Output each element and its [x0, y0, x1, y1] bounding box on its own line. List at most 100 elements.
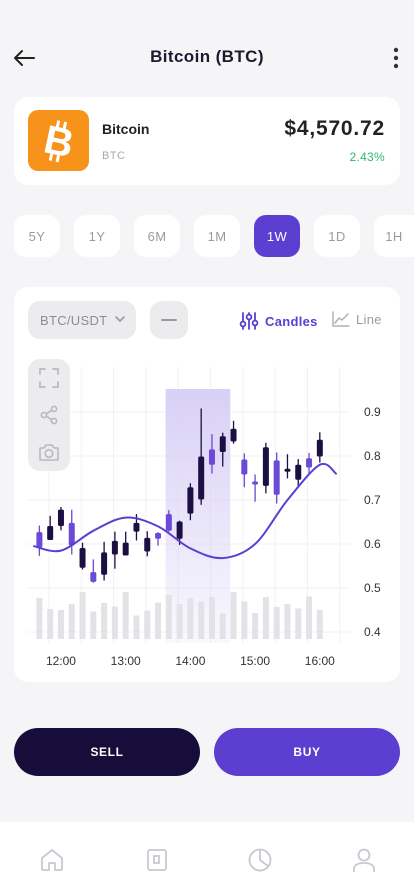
coin-summary-card: B Bitcoin BTC $4,570.72 2.43%	[14, 97, 400, 185]
y-tick-label: 0.8	[364, 449, 381, 463]
candle-body	[306, 458, 313, 468]
coin-name: Bitcoin	[102, 121, 150, 137]
chevron-down-icon	[115, 316, 125, 322]
candle-body	[79, 547, 86, 568]
candle-body	[144, 537, 151, 552]
x-tick-label: 14:00	[175, 654, 205, 668]
candle-body	[68, 522, 75, 546]
buy-button[interactable]: BUY	[214, 728, 400, 776]
volume-bar	[295, 608, 302, 639]
candle-body	[284, 468, 291, 472]
candle-body	[252, 481, 259, 485]
bitcoin-icon: B	[28, 110, 89, 171]
camera-icon	[39, 444, 59, 461]
volume-bar	[241, 601, 248, 639]
x-tick-label: 13:00	[111, 654, 141, 668]
chart-tools-panel	[28, 359, 70, 471]
nav-wallet[interactable]	[143, 846, 171, 874]
y-tick-label: 0.7	[364, 493, 381, 507]
candle-body	[316, 439, 323, 457]
timeframe-selector: 5Y 1Y 6M 1M 1W 1D 1H	[14, 215, 414, 257]
timeframe-1m[interactable]: 1M	[194, 215, 240, 257]
pair-dropdown[interactable]: BTC/USDT	[28, 301, 136, 339]
candle-body	[111, 540, 118, 555]
volume-bar	[306, 596, 313, 639]
nav-profile[interactable]	[350, 846, 378, 874]
home-icon	[41, 849, 63, 871]
volume-bar	[284, 604, 291, 639]
timeframe-1d[interactable]: 1D	[314, 215, 360, 257]
candle-body	[176, 521, 183, 539]
volume-bar	[144, 610, 151, 639]
candle-body	[273, 460, 280, 495]
volume-bar	[273, 607, 280, 639]
candles-mode-toggle[interactable]: Candles	[239, 311, 318, 331]
minus-icon	[161, 319, 177, 321]
volume-bar	[133, 615, 140, 639]
x-tick-label: 15:00	[240, 654, 270, 668]
candle-body	[219, 436, 226, 453]
line-chart-icon	[332, 311, 350, 327]
user-icon	[353, 848, 375, 872]
more-menu-button[interactable]	[386, 44, 406, 72]
sell-button[interactable]: SELL	[14, 728, 200, 776]
y-tick-label: 0.4	[364, 625, 381, 639]
candle-body	[187, 487, 194, 514]
sliders-icon	[239, 312, 259, 330]
candle-body	[133, 522, 140, 532]
candle-body	[241, 459, 248, 475]
candle-body	[198, 456, 205, 500]
coin-price: $4,570.72	[284, 117, 385, 140]
candle-body	[57, 509, 64, 526]
candle-body	[122, 542, 129, 556]
candle-body	[165, 514, 172, 531]
price-change: 2.43%	[349, 150, 385, 164]
timeframe-5y[interactable]: 5Y	[14, 215, 60, 257]
volume-bar	[262, 597, 269, 639]
fullscreen-button[interactable]	[38, 367, 60, 389]
volume-bar	[176, 604, 183, 639]
x-tick-label: 12:00	[46, 654, 76, 668]
candle-body	[208, 449, 215, 465]
volume-bar	[165, 595, 172, 639]
more-vertical-icon	[393, 47, 399, 69]
volume-bar	[36, 598, 43, 639]
y-tick-label: 0.6	[364, 537, 381, 551]
line-label: Line	[356, 311, 382, 327]
bottom-navigation	[0, 822, 414, 896]
volume-bar	[101, 603, 108, 639]
volume-bar	[155, 602, 162, 639]
timeframe-1y[interactable]: 1Y	[74, 215, 120, 257]
candles-label: Candles	[265, 313, 318, 329]
volume-bar	[208, 597, 215, 639]
nav-home[interactable]	[38, 846, 66, 874]
price-chart[interactable]: 0.9 0.8 0.7 0.6 0.5 0.4 12:00 13:00 14:00 15:00 16…	[14, 287, 400, 682]
candle-body	[295, 464, 302, 480]
fullscreen-icon	[39, 368, 59, 388]
share-button[interactable]	[38, 404, 60, 426]
line-mode-toggle[interactable]: Line	[332, 311, 382, 327]
volume-bar	[122, 592, 129, 639]
volume-bar	[68, 604, 75, 639]
candle-body	[155, 533, 162, 539]
volume-bar	[198, 601, 205, 639]
volume-bar	[252, 613, 259, 639]
zoom-out-button[interactable]	[150, 301, 188, 339]
timeframe-1w[interactable]: 1W	[254, 215, 300, 257]
volume-bar	[219, 613, 226, 639]
volume-bar	[230, 592, 237, 639]
timeframe-1h[interactable]: 1H	[374, 215, 414, 257]
volume-bar	[79, 592, 86, 639]
nav-portfolio[interactable]	[246, 846, 274, 874]
coin-symbol: BTC	[102, 150, 126, 162]
screenshot-button[interactable]	[38, 441, 60, 463]
timeframe-6m[interactable]: 6M	[134, 215, 180, 257]
volume-bar	[187, 598, 194, 639]
candle-body	[262, 447, 269, 486]
volume-bar	[111, 606, 118, 639]
chart-card: 0.9 0.8 0.7 0.6 0.5 0.4 12:00 13:00 14:00 15:00 16…	[14, 287, 400, 682]
candle-body	[90, 572, 97, 582]
volume-bar	[316, 610, 323, 639]
x-tick-label: 16:00	[305, 654, 335, 668]
y-tick-label: 0.5	[364, 581, 381, 595]
